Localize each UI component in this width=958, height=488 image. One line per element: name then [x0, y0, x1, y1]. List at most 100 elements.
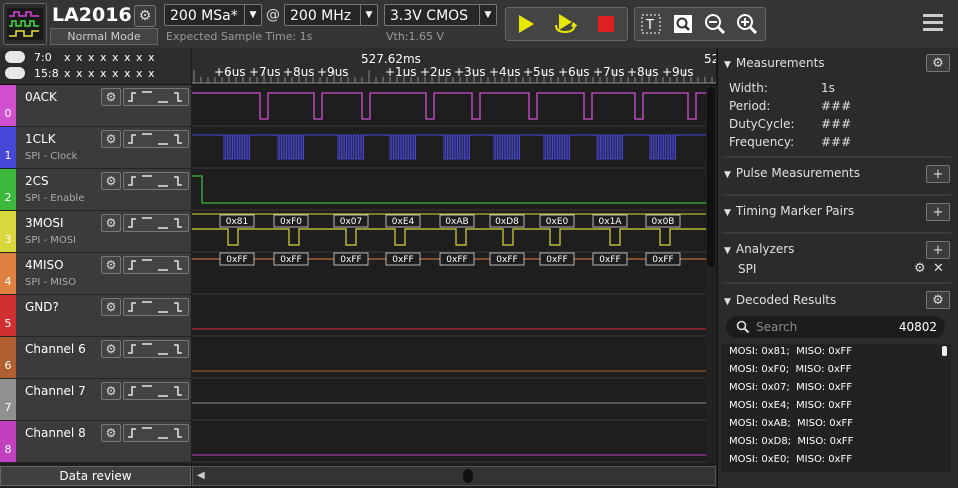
time-tick-label: +1us — [385, 65, 417, 79]
status-toggle[interactable] — [5, 67, 25, 79]
miso-decode-value: 0xFF — [546, 255, 567, 265]
channel-settings-gear-icon[interactable]: ⚙ — [101, 214, 121, 232]
trigger-selector[interactable] — [123, 298, 189, 316]
zoom-in-icon[interactable] — [735, 12, 759, 36]
trigger-selector[interactable] — [123, 340, 189, 358]
channel-settings-gear-icon[interactable]: ⚙ — [101, 256, 121, 274]
list-item[interactable]: MOSI: 0xE4; MISO: 0xFF — [729, 400, 852, 411]
trigger-edge-icon — [128, 259, 182, 271]
chevron-down-icon: ▼ — [479, 5, 496, 25]
channel-name[interactable]: 2CS — [25, 174, 49, 188]
decoded-settings-gear-icon[interactable]: ⚙ — [926, 291, 950, 309]
zoom-out-icon[interactable] — [703, 12, 727, 36]
analyzer-settings-gear-icon[interactable]: ⚙ — [914, 261, 926, 276]
waveform-scrollbar[interactable] — [706, 85, 716, 463]
channel-name[interactable]: GND? — [25, 300, 59, 314]
sample-rate-select[interactable]: 200 MSa* ▼ — [164, 4, 262, 26]
channel-subtitle: SPI - Enable — [25, 193, 85, 204]
scrollbar-thumb[interactable] — [463, 469, 473, 483]
time-ruler[interactable]: 527.62ms 52 +6us+7us+8us+9us+1us+2us+3us… — [192, 48, 716, 85]
trigger-selector[interactable] — [123, 424, 189, 442]
miso-decode-value: 0xFF — [392, 255, 413, 265]
device-settings-gear-icon[interactable]: ⚙ — [134, 5, 156, 27]
voltage-select[interactable]: 3.3V CMOS ▼ — [384, 4, 497, 26]
scroll-left-icon[interactable]: ◀ — [197, 470, 205, 481]
decoded-results-list[interactable]: MOSI: 0x81; MISO: 0xFF MOSI: 0xF0; MISO:… — [721, 344, 951, 472]
sample-rate-value: 200 MSa* — [170, 8, 238, 24]
timing-marker-header[interactable]: ▼ Timing Marker Pairs — [724, 204, 854, 218]
channel-row[interactable]: 2 2CS SPI - Enable ⚙ — [0, 169, 191, 211]
channel-settings-gear-icon[interactable]: ⚙ — [101, 424, 121, 442]
channel-row[interactable]: 6 Channel 6 ⚙ — [0, 337, 191, 379]
text-tool-icon[interactable]: T — [639, 12, 663, 36]
channel-settings-gear-icon[interactable]: ⚙ — [101, 382, 121, 400]
trigger-selector[interactable] — [123, 130, 189, 148]
measurements-settings-gear-icon[interactable]: ⚙ — [926, 54, 950, 72]
decoded-results-header[interactable]: ▼ Decoded Results — [724, 293, 836, 307]
measurement-value: 1s — [821, 81, 835, 95]
channel-settings-gear-icon[interactable]: ⚙ — [101, 172, 121, 190]
pulse-measurements-header[interactable]: ▼ Pulse Measurements — [724, 166, 860, 180]
search-field[interactable]: Search 40802 — [726, 316, 945, 338]
waveform-canvas[interactable]: 0x81 0xF0 0x07 0xE4 0xAB 0xD8 0xE0 0x1A 0x0B 0xFF… — [192, 85, 716, 463]
analyzer-remove-close-icon[interactable]: ✕ — [933, 261, 944, 276]
channel-row[interactable]: 0 0ACK ⚙ — [0, 85, 191, 127]
time-tick-label: +4us — [489, 65, 521, 79]
channel-name[interactable]: 0ACK — [25, 90, 57, 104]
channel-row[interactable]: 3 3MOSI SPI - MOSI ⚙ — [0, 211, 191, 253]
channel-row[interactable]: 1 1CLK SPI - Clock ⚙ — [0, 127, 191, 169]
channel-name[interactable]: 4MISO — [25, 258, 64, 272]
analyzers-header[interactable]: ▼ Analyzers — [724, 242, 794, 256]
repeat-run-icon[interactable] — [553, 11, 577, 35]
channel-row[interactable]: 4 4MISO SPI - MISO ⚙ — [0, 253, 191, 295]
channel-row[interactable]: 7 Channel 7 ⚙ — [0, 379, 191, 421]
trigger-selector[interactable] — [123, 382, 189, 400]
add-pulse-plus-icon[interactable]: + — [926, 165, 950, 183]
channel-name[interactable]: Channel 7 — [25, 384, 86, 398]
miso-decode-value: 0xFF — [280, 255, 301, 265]
stop-icon[interactable] — [594, 12, 618, 36]
trigger-selector[interactable] — [123, 172, 189, 190]
channel-settings-gear-icon[interactable]: ⚙ — [101, 130, 121, 148]
scrollbar-thumb[interactable] — [707, 87, 715, 267]
channel-status-header: 7:0 x x x x x x x x 15:8 x x x x x x x x — [0, 48, 191, 85]
divider — [722, 232, 951, 234]
channel-settings-gear-icon[interactable]: ⚙ — [101, 298, 121, 316]
channel-name[interactable]: Channel 8 — [25, 426, 86, 440]
bandwidth-select[interactable]: 200 MHz ▼ — [284, 4, 378, 26]
channel-row[interactable]: 5 GND? ⚙ — [0, 295, 191, 337]
add-timing-plus-icon[interactable]: + — [926, 203, 950, 221]
results-scrollbar-thumb[interactable] — [942, 346, 947, 356]
waveform-area[interactable]: 0x81 0xF0 0x07 0xE4 0xAB 0xD8 0xE0 0x1A 0x0B 0xFF… — [192, 85, 716, 463]
time-tick-label: +3us — [454, 65, 486, 79]
channel-settings-gear-icon[interactable]: ⚙ — [101, 340, 121, 358]
zoom-fit-icon[interactable] — [671, 12, 695, 36]
list-item[interactable]: MOSI: 0xD8; MISO: 0xFF — [729, 436, 853, 447]
list-item[interactable]: MOSI: 0x07; MISO: 0xFF — [729, 382, 852, 393]
channel-name[interactable]: 3MOSI — [25, 216, 64, 230]
channel-name[interactable]: 1CLK — [25, 132, 56, 146]
trigger-selector[interactable] — [123, 256, 189, 274]
list-item[interactable]: MOSI: 0xF0; MISO: 0xFF — [729, 364, 851, 375]
time-tick-label: +6us — [558, 65, 590, 79]
trigger-selector[interactable] — [123, 214, 189, 232]
mode-label[interactable]: Normal Mode — [50, 28, 158, 45]
channel-settings-gear-icon[interactable]: ⚙ — [101, 88, 121, 106]
analyzer-name[interactable]: SPI — [738, 262, 756, 276]
measurements-header[interactable]: ▼ Measurements — [724, 56, 825, 70]
add-analyzer-plus-icon[interactable]: + — [926, 241, 950, 259]
channel-row[interactable]: 8 Channel 8 ⚙ — [0, 421, 191, 463]
run-play-icon[interactable] — [514, 12, 538, 36]
status-toggle[interactable] — [5, 51, 25, 63]
channel-number: 8 — [0, 421, 16, 462]
list-item[interactable]: MOSI: 0xE0; MISO: 0xFF — [729, 454, 852, 465]
list-item[interactable]: MOSI: 0xAB; MISO: 0xFF — [729, 418, 853, 429]
mosi-decode-value: 0xE4 — [392, 217, 415, 227]
horizontal-scrollbar[interactable]: ◀ — [192, 466, 716, 486]
vth-value[interactable]: Vth:1.65 V — [386, 30, 444, 43]
channel-name[interactable]: Channel 6 — [25, 342, 86, 356]
trigger-selector[interactable] — [123, 88, 189, 106]
hamburger-menu-icon[interactable] — [922, 12, 944, 37]
data-review-button[interactable]: Data review — [0, 466, 191, 486]
list-item[interactable]: MOSI: 0x81; MISO: 0xFF — [729, 346, 852, 357]
